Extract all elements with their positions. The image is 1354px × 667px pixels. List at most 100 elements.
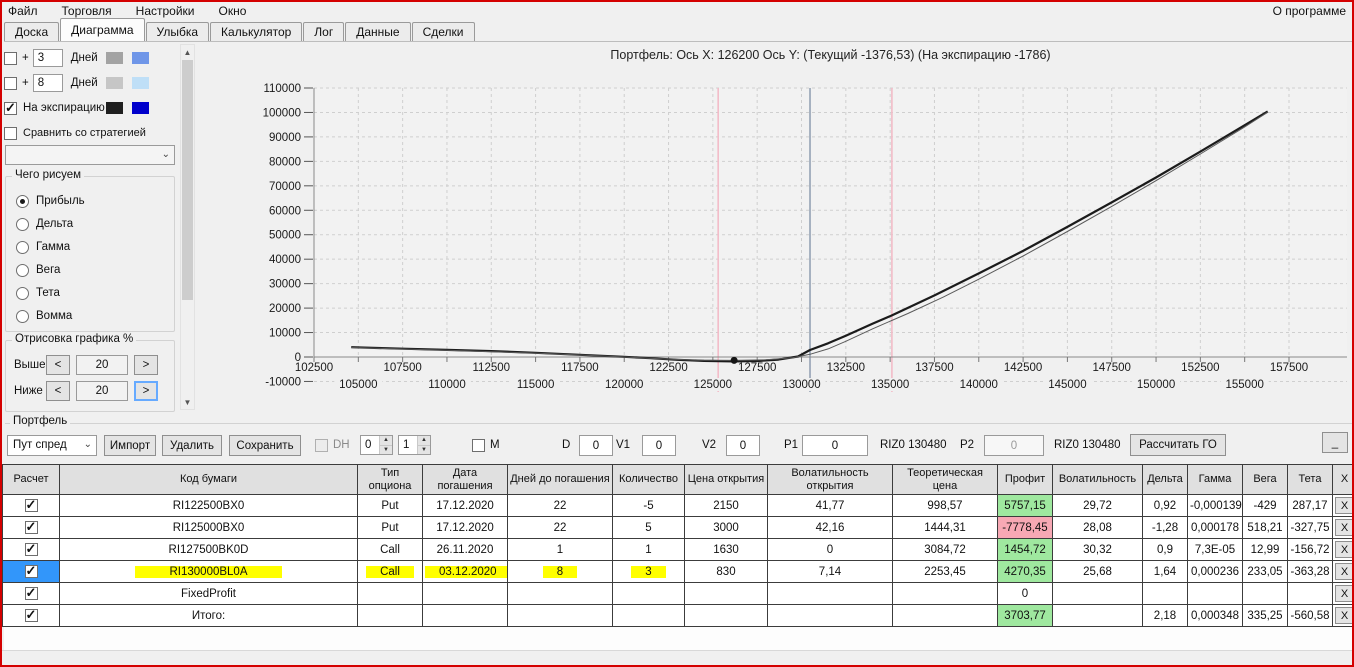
column-header[interactable]: Тета [1287,464,1333,495]
menu-item-3[interactable]: Окно [213,3,253,19]
remove-row-button[interactable]: X [1335,563,1352,580]
row-checkbox[interactable] [24,607,38,623]
cell-open-price [684,604,768,627]
row-checkbox[interactable] [24,519,38,535]
y-tick-label: 30000 [269,279,301,291]
m-checkbox[interactable] [472,439,485,452]
row-calc-cell[interactable] [2,516,60,539]
column-header[interactable]: Дельта [1142,464,1188,495]
tab-диаграмма[interactable]: Диаграмма [60,18,145,41]
row-calc-cell[interactable] [2,582,60,605]
tab-лог[interactable]: Лог [303,22,345,41]
cell-code: Итого: [59,604,358,627]
portfolio-button-save[interactable]: Сохранить [229,435,301,456]
table-row: RI125000BX0Put17.12.2020225300042,161444… [2,516,1352,539]
menu-item-0[interactable]: Файл [2,3,44,19]
row-calc-cell[interactable] [2,560,60,583]
tab-сделки[interactable]: Сделки [411,22,475,41]
row-calc-cell[interactable] [2,494,60,517]
column-header[interactable]: Дата погашения [422,464,508,495]
row-checkbox[interactable] [24,497,38,513]
tab-доска[interactable]: Доска [4,22,60,41]
menu-item-2[interactable]: Настройки [130,3,201,19]
column-header[interactable]: Код бумаги [59,464,358,495]
menu-bar: Файл Торговля Настройки Окно О программе [2,2,1352,19]
column-header[interactable]: Количество [612,464,685,495]
cell-type [357,582,423,605]
menu-item-1[interactable]: Торговля [56,3,118,19]
portfolio-button-delete[interactable]: Удалить [162,435,222,456]
cell-delta: 0,9 [1142,538,1188,561]
remove-row-button[interactable]: X [1335,541,1352,558]
x-tick-label-row2: 140000 [960,379,998,391]
column-header[interactable]: Волатильность открытия [767,464,893,495]
cell-remove: X [1332,582,1352,605]
remove-row-button[interactable]: X [1335,519,1352,536]
cell-date: 26.11.2020 [422,538,508,561]
v1-input[interactable]: 0 [642,435,676,456]
cell-theor-price: 3084,72 [892,538,998,561]
column-header[interactable]: Дней до погашения [507,464,613,495]
x-tick-label-row2: 125000 [694,379,732,391]
menu-item-about[interactable]: О программе [1267,3,1352,19]
x-tick-label-row1: 137500 [915,362,953,374]
column-header[interactable]: Цена открытия [684,464,768,495]
column-header[interactable]: Гамма [1187,464,1243,495]
portfolio-button-import[interactable]: Импорт [104,435,156,456]
column-header[interactable]: Волатильность [1052,464,1143,495]
p1-input[interactable]: 0 [802,435,868,456]
dh-checkbox[interactable] [315,439,328,452]
cell-date: 17.12.2020 [422,516,508,539]
spinner-down-icon[interactable]: ▼ [418,445,430,454]
tab-данные[interactable]: Данные [345,22,411,41]
column-header[interactable]: Вега [1242,464,1288,495]
p2-input[interactable]: 0 [984,435,1044,456]
dh-label: DH [333,439,350,451]
tab-калькулятор[interactable]: Калькулятор [210,22,303,41]
remove-row-button[interactable]: X [1335,585,1352,602]
dh-spinner-1[interactable]: 0 ▲ ▼ [360,435,393,455]
column-header[interactable]: Тип опциона [357,464,423,495]
y-tick-label: 110000 [263,83,301,95]
cell-theor-price [892,582,998,605]
spinner-up-icon[interactable]: ▲ [380,436,392,446]
column-header[interactable]: Расчет [2,464,60,495]
y-tick-label: 90000 [269,132,301,144]
d-input[interactable]: 0 [579,435,613,456]
cell-vol [1052,604,1143,627]
highlight-mark: RI130000BL0A [135,565,282,578]
preset-dropdown[interactable]: Пут спред ⌄ [7,435,97,456]
cell-open-price [684,582,768,605]
spinner-down-icon[interactable]: ▼ [380,445,392,454]
x-tick-label-row2: 150000 [1137,379,1175,391]
calc-margin-button[interactable]: Рассчитать ГО [1130,434,1226,456]
y-tick-label: 50000 [269,230,301,242]
cell-code: RI130000BL0A [59,560,358,583]
cell-profit: 3703,77 [997,604,1053,627]
v2-input[interactable]: 0 [726,435,760,456]
cell-vol: 25,68 [1052,560,1143,583]
column-header[interactable]: X [1332,464,1352,495]
dh-spinner-2[interactable]: 1 ▲ ▼ [398,435,431,455]
table-row: RI122500BX0Put17.12.202022-5215041,77998… [2,494,1352,517]
cell-theor-price: 998,57 [892,494,998,517]
column-header[interactable]: Теоретическая цена [892,464,998,495]
cell-open-vol [767,604,893,627]
highlight-mark: 3 [631,565,666,578]
row-checkbox[interactable] [24,563,38,579]
minimize-panel-button[interactable]: _ [1322,432,1348,453]
row-checkbox[interactable] [24,541,38,557]
plot-area [314,88,1347,357]
spinner-up-icon[interactable]: ▲ [418,436,430,446]
tab-улыбка[interactable]: Улыбка [145,22,210,41]
profit-chart[interactable]: 110000 100000 90000 80000 70000 60000 50000 400… [2,42,1354,414]
cell-gamma: 0,000236 [1187,560,1243,583]
remove-row-button[interactable]: X [1335,607,1352,624]
row-checkbox[interactable] [24,585,38,601]
column-header[interactable]: Профит [997,464,1053,495]
remove-row-button[interactable]: X [1335,497,1352,514]
cell-vega: 12,99 [1242,538,1288,561]
row-calc-cell[interactable] [2,604,60,627]
cell-theta: -363,28 [1287,560,1333,583]
row-calc-cell[interactable] [2,538,60,561]
